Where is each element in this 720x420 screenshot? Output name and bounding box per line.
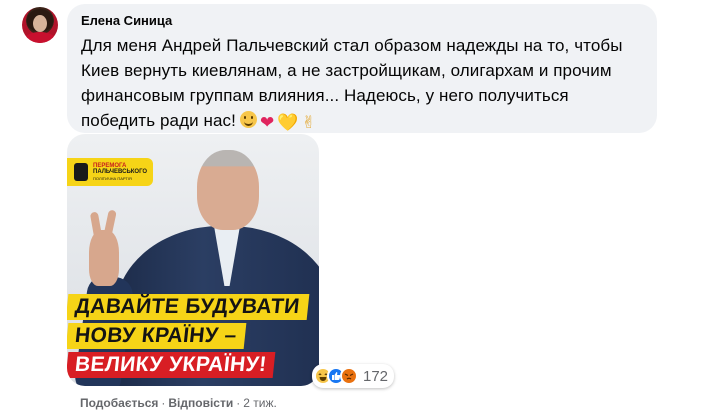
avatar-body bbox=[24, 32, 56, 43]
reaction-count: 172 bbox=[363, 367, 389, 385]
party-logo-line-2: ПАЛЬЧЕВСЬКОГО bbox=[93, 169, 148, 175]
slightly-smiling-face-icon bbox=[239, 111, 257, 128]
victory-hand bbox=[89, 230, 119, 286]
angry-face-glyph bbox=[344, 373, 354, 380]
separator: · bbox=[161, 396, 166, 410]
avatar[interactable] bbox=[22, 7, 58, 43]
comment-text: Для меня Андрей Пальчевский стал образом… bbox=[81, 33, 643, 133]
slogan-line-3: ВЕЛИКУ УКРАЇНУ! bbox=[67, 352, 276, 378]
comment-author[interactable]: Елена Синица bbox=[81, 12, 643, 30]
comment-line-1: Для меня Андрей Пальчевский стал образом… bbox=[81, 36, 623, 55]
avatar-face bbox=[33, 15, 47, 32]
comment-line-4-text: победить ради нас! bbox=[81, 111, 236, 130]
person-head bbox=[197, 150, 259, 230]
separator: · bbox=[236, 396, 241, 410]
victory-hand-icon: ✌ bbox=[301, 113, 316, 132]
comment-image[interactable]: ПЕРЕМОГА ПАЛЬЧЕВСЬКОГО ПОЛІТИЧНА ПАРТІЯ … bbox=[67, 134, 319, 386]
slogan: ДАВАЙТЕ БУДУВАТИ НОВУ КРАЇНУ – ВЕЛИКУ УК… bbox=[67, 294, 309, 381]
slogan-line-2: НОВУ КРАЇНУ – bbox=[67, 323, 247, 349]
party-logo-mark bbox=[74, 163, 88, 181]
comment-line-4: победить ради нас! ❤ 💛 ✌ bbox=[81, 108, 643, 133]
reply-button[interactable]: Відповісти bbox=[168, 396, 233, 410]
party-logo-line-3: ПОЛІТИЧНА ПАРТІЯ bbox=[93, 176, 132, 181]
angry-icon bbox=[340, 367, 358, 385]
like-button[interactable]: Подобається bbox=[80, 396, 158, 410]
comment-timestamp[interactable]: 2 тиж. bbox=[243, 396, 277, 410]
comment-actions: Подобається · Відповісти · 2 тиж. bbox=[80, 395, 277, 411]
slogan-line-1: ДАВАЙТЕ БУДУВАТИ bbox=[67, 294, 309, 320]
party-logo: ПЕРЕМОГА ПАЛЬЧЕВСЬКОГО ПОЛІТИЧНА ПАРТІЯ bbox=[67, 158, 153, 186]
comment-line-2: Киев вернуть киевлянам, а не застройщика… bbox=[81, 61, 612, 80]
comment-bubble: Елена Синица Для меня Андрей Пальчевский… bbox=[67, 4, 657, 133]
yellow-heart-icon: 💛 bbox=[277, 113, 299, 132]
red-heart-icon: ❤ bbox=[259, 113, 275, 132]
reactions-summary[interactable]: 172 bbox=[312, 364, 395, 388]
comment-line-3: финансовым группам влияния... Надеюсь, у… bbox=[81, 86, 569, 105]
